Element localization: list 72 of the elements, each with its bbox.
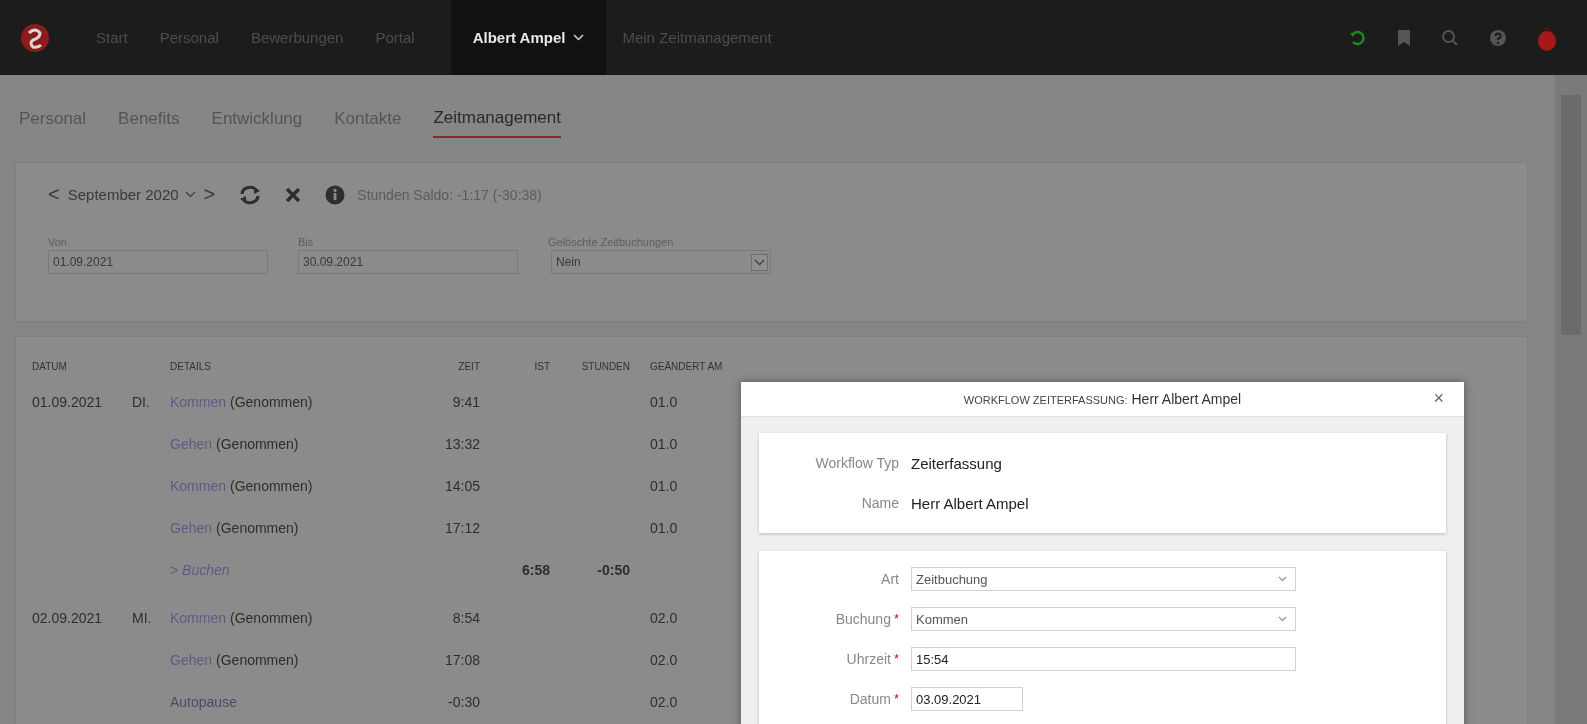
field-label: Datum [849, 691, 891, 707]
table-cell: 13:32 [444, 436, 480, 452]
table-cell-text: MI. [132, 610, 153, 626]
bookmark-icon[interactable] [1397, 28, 1411, 47]
scrollbar[interactable] [1555, 75, 1587, 724]
field-value: Zeiterfassung [911, 454, 1002, 472]
date-field[interactable]: 01.09.2021 [48, 250, 268, 274]
required-mark: * [893, 651, 899, 667]
dropdown-button-icon[interactable] [751, 253, 768, 271]
table-cell: 17:12 [444, 520, 480, 536]
chevron-icon [1278, 616, 1287, 622]
status-text: (Genommen) [230, 394, 313, 410]
table-cell: 01.0 [650, 478, 678, 494]
status-text: (Genommen) [230, 610, 313, 626]
table-cell: 14:05 [444, 478, 480, 494]
bag-icon[interactable] [1537, 24, 1557, 51]
refresh-icon[interactable] [239, 184, 262, 205]
column-header: DATUM [32, 360, 68, 372]
field-label: Art [881, 571, 899, 587]
dialog-title: WORKFLOW ZEITERFASSUNG: Herr Albert Ampel [963, 391, 1242, 407]
required-mark: * [893, 611, 899, 627]
refresh-icon[interactable] [1349, 28, 1367, 47]
field-value: Herr Albert Ampel [911, 494, 1029, 512]
status-text: (Genommen) [216, 652, 299, 668]
table-cell: -0:50 [597, 562, 630, 578]
table-cell-text: 01.09.2021 [32, 394, 104, 410]
field-label: Uhrzeit [846, 651, 891, 667]
column-header: GEÄNDERT AM [649, 360, 724, 372]
column-header: ZEIT [457, 360, 480, 372]
booking-link[interactable]: Autopause [170, 694, 237, 710]
status-text: (Genommen) [230, 478, 313, 494]
date-field[interactable]: 30.09.2021 [298, 250, 518, 274]
field-label: Workflow Typ [814, 455, 899, 471]
info-icon[interactable] [325, 184, 346, 205]
input-field[interactable]: 03.09.2021 [911, 687, 1023, 711]
logo-icon[interactable] [20, 22, 50, 53]
chevron-icon [1278, 576, 1287, 582]
table-cell: 02.0 [650, 610, 678, 626]
table-cell: 01.0 [650, 436, 678, 452]
status-text: (Genommen) [216, 520, 299, 536]
search-icon[interactable] [1441, 28, 1459, 47]
tab[interactable]: Zeitmanagement [433, 100, 561, 138]
close-icon[interactable] [285, 186, 302, 203]
required-mark: * [893, 691, 899, 707]
table-cell: 17:08 [444, 652, 480, 668]
table-cell-text: DI. [132, 394, 151, 410]
previous-month-button[interactable]: < [48, 183, 60, 206]
month-dropdown[interactable]: September 2020 [67, 186, 196, 203]
table-cell: 9:41 [452, 394, 480, 410]
select-field[interactable]: Zeitbuchung [911, 567, 1296, 591]
table-cell: 6:58 [521, 562, 550, 578]
table-cell: 02.0 [650, 694, 678, 710]
table-cell: 8:54 [452, 610, 480, 626]
column-header: IST [533, 360, 550, 372]
table-cell: -0:30 [448, 694, 480, 710]
column-header: STUNDEN [580, 360, 630, 372]
column-header: DETAILS [170, 360, 212, 372]
chevron-icon [184, 191, 196, 198]
close-button[interactable]: × [1429, 388, 1448, 409]
input-field[interactable]: 15:54 [911, 647, 1296, 671]
table-cell: 01.0 [650, 394, 678, 410]
table-cell: 02.0 [650, 652, 678, 668]
table-cell: 01.0 [650, 520, 678, 536]
table-cell-text: 02.09.2021 [32, 610, 104, 626]
select-field[interactable]: Kommen [911, 607, 1296, 631]
select-field[interactable]: Nein [551, 250, 771, 274]
nav-item[interactable]: Albert Ampel [450, 0, 607, 75]
field-label: Buchung [835, 611, 891, 627]
help-icon[interactable] [1489, 28, 1507, 47]
status-text: (Genommen) [216, 436, 299, 452]
field-label: Name [860, 495, 899, 511]
next-month-button[interactable]: > [203, 183, 216, 206]
